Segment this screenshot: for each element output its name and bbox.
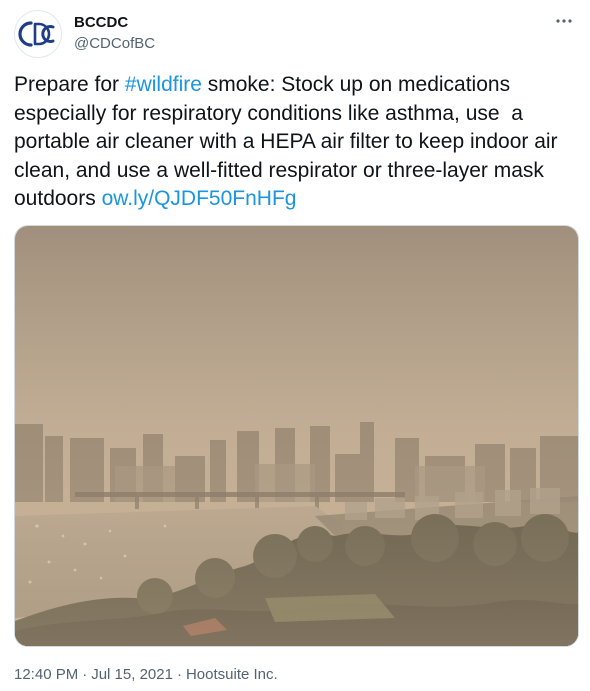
more-options-button[interactable]: [552, 9, 576, 33]
tweet-photo[interactable]: [14, 225, 579, 647]
tweet-date[interactable]: Jul 15, 2021: [91, 666, 173, 683]
meta-separator: ·: [82, 666, 88, 683]
avatar[interactable]: [14, 10, 62, 58]
url-link[interactable]: ow.ly/QJDF50FnHFg: [102, 187, 297, 210]
bccdc-logo-icon: [18, 21, 55, 47]
meta-separator: ·: [176, 666, 182, 683]
hashtag-link[interactable]: #wildfire: [125, 73, 202, 96]
more-horizontal-icon: [556, 19, 572, 23]
smoky-cityscape-image: [15, 226, 578, 646]
author-display-name[interactable]: BCCDC: [74, 13, 155, 32]
tweet: BCCDC @CDCofBC Prepare for #wildfire smo…: [0, 0, 590, 691]
tweet-meta: 12:40 PM · Jul 15, 2021 · Hootsuite Inc.: [14, 665, 278, 684]
tweet-text-part: Prepare for: [14, 73, 125, 96]
author-handle[interactable]: @CDCofBC: [74, 34, 155, 53]
tweet-time[interactable]: 12:40 PM: [14, 666, 78, 683]
author-block: BCCDC @CDCofBC: [74, 13, 155, 53]
tweet-text: Prepare for #wildfire smoke: Stock up on…: [14, 71, 582, 214]
tweet-source[interactable]: Hootsuite Inc.: [186, 666, 278, 683]
